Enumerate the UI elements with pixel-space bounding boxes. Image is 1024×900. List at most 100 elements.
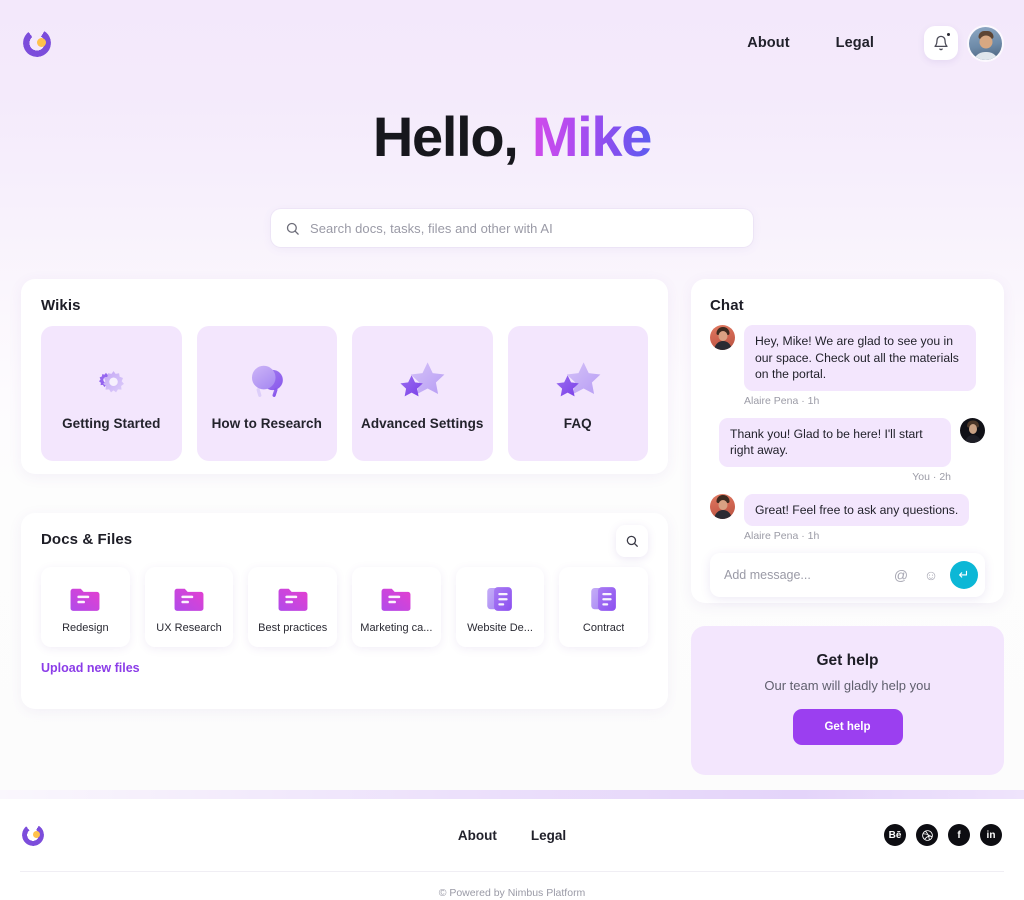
- chat-title: Chat: [710, 297, 744, 314]
- search-placeholder: Search docs, tasks, files and other with…: [310, 220, 553, 236]
- doc-label: Website De...: [467, 622, 533, 634]
- doc-item-best-practices[interactable]: Best practices: [248, 567, 338, 647]
- message-meta: Alaire Pena · 1h: [744, 394, 820, 407]
- document-icon: [587, 577, 621, 621]
- get-help-title: Get help: [816, 652, 879, 669]
- doc-item-ux-research[interactable]: UX Research: [144, 567, 234, 647]
- avatar-body: [972, 51, 999, 60]
- search-icon: [285, 221, 300, 236]
- wiki-label: FAQ: [563, 416, 592, 431]
- linkedin-icon[interactable]: in: [980, 824, 1002, 846]
- wikis-title: Wikis: [41, 297, 81, 314]
- chat-card: Chat Hey, Mike! We are glad to see you i…: [691, 279, 1004, 603]
- gears-icon: [85, 348, 137, 412]
- nav-link-about[interactable]: About: [747, 35, 789, 51]
- footer-link-legal[interactable]: Legal: [531, 828, 566, 843]
- app-page: About Legal Hello, Mike Search docs, tas…: [0, 0, 1024, 900]
- hero: Hello, Mike: [0, 104, 1024, 170]
- logo-dot: [37, 38, 46, 47]
- bell-icon: [934, 35, 948, 51]
- user-name: Mike: [531, 105, 653, 168]
- docs-grid: Redesign UX Research Best practices Mark…: [41, 567, 649, 647]
- docs-search-button[interactable]: [616, 525, 648, 557]
- upload-new-files-link[interactable]: Upload new files: [41, 661, 140, 675]
- doc-item-marketing-campaign[interactable]: Marketing ca...: [352, 567, 441, 647]
- sender-avatar: [710, 325, 735, 350]
- chat-input[interactable]: Add message... @ ☺ ↵: [710, 553, 985, 597]
- stars-icon: [394, 348, 450, 412]
- message-text: Great! Feel free to ask any questions.: [744, 493, 970, 526]
- chat-message-incoming: Great! Feel free to ask any questions. A…: [710, 493, 985, 542]
- folder-icon: [379, 577, 413, 621]
- docs-files-card: Docs & Files Redesign UX Research Best p…: [21, 513, 668, 709]
- message-meta: Alaire Pena · 1h: [744, 530, 820, 542]
- send-button[interactable]: ↵: [950, 561, 978, 589]
- logo-dot: [33, 831, 40, 838]
- social-links: Bē f in: [884, 824, 1002, 846]
- doc-item-website-design[interactable]: Website De...: [455, 567, 545, 647]
- get-help-card: Get help Our team will gladly help you G…: [691, 626, 1004, 775]
- doc-label: Contract: [582, 622, 625, 634]
- message-row: Hey, Mike! We are glad to see you in our…: [710, 325, 985, 391]
- folder-icon: [172, 577, 206, 621]
- notifications-button[interactable]: [924, 26, 958, 60]
- nimbus-c-logo-icon[interactable]: [22, 24, 62, 64]
- message-text: Hey, Mike! We are glad to see you in our…: [744, 325, 976, 391]
- folder-icon: [276, 577, 310, 621]
- docs-header: Docs & Files: [41, 525, 648, 557]
- message-text: Thank you! Glad to be here! I'll start r…: [719, 417, 951, 467]
- sender-avatar: [960, 417, 985, 443]
- message-row: Great! Feel free to ask any questions.: [710, 493, 985, 526]
- dribbble-icon[interactable]: [916, 824, 938, 846]
- wiki-item-advanced-settings[interactable]: Advanced Settings: [352, 326, 493, 461]
- message-row: Thank you! Glad to be here! I'll start r…: [710, 417, 985, 467]
- wikis-grid: Getting Started How to Research Advanced…: [41, 326, 648, 461]
- footer: About Legal Bē f in © Powered by Nimbus …: [0, 799, 1024, 900]
- wiki-label: How to Research: [211, 416, 322, 431]
- notification-badge: [946, 33, 950, 37]
- greeting-text: Hello,: [372, 105, 519, 168]
- get-help-subtitle: Our team will gladly help you: [764, 678, 931, 693]
- doc-item-contract[interactable]: Contract: [559, 567, 649, 647]
- magnifiers-icon: [241, 348, 293, 412]
- message-meta: You · 2h: [912, 470, 951, 483]
- page-title: Hello, Mike: [0, 104, 1024, 170]
- sender-avatar: [710, 493, 735, 519]
- search-icon: [626, 535, 638, 547]
- doc-label: UX Research: [156, 622, 222, 634]
- stars-icon: [550, 348, 606, 412]
- docs-title: Docs & Files: [41, 531, 133, 548]
- footer-copyright: © Powered by Nimbus Platform: [438, 887, 586, 899]
- emoji-icon[interactable]: ☺: [920, 564, 942, 586]
- doc-label: Redesign: [62, 622, 109, 634]
- chat-input-placeholder: Add message...: [724, 568, 811, 582]
- doc-item-redesign[interactable]: Redesign: [41, 567, 130, 647]
- footer-link-about[interactable]: About: [458, 828, 497, 843]
- avatar[interactable]: [969, 26, 1002, 60]
- nav-link-legal[interactable]: Legal: [836, 35, 874, 51]
- wiki-label: Getting Started: [62, 416, 161, 431]
- header: About Legal: [0, 0, 1024, 86]
- behance-icon[interactable]: Bē: [884, 824, 906, 846]
- footer-logo-icon[interactable]: [21, 822, 48, 848]
- search-input[interactable]: Search docs, tasks, files and other with…: [271, 209, 753, 247]
- at-icon[interactable]: @: [890, 564, 912, 586]
- wiki-item-getting-started[interactable]: Getting Started: [41, 326, 182, 461]
- chat-message-incoming: Hey, Mike! We are glad to see you in our…: [710, 325, 985, 407]
- document-icon: [483, 577, 517, 621]
- footer-divider-strip: [0, 790, 1024, 799]
- wiki-item-how-to-research[interactable]: How to Research: [196, 326, 337, 461]
- avatar-face: [979, 35, 992, 49]
- doc-label: Marketing ca...: [360, 622, 433, 634]
- doc-label: Best practices: [258, 622, 328, 634]
- get-help-button[interactable]: Get help: [792, 709, 903, 745]
- wiki-item-faq[interactable]: FAQ: [507, 326, 648, 461]
- folder-icon: [68, 577, 102, 621]
- footer-nav: About Legal: [458, 828, 566, 843]
- facebook-icon[interactable]: f: [948, 824, 970, 846]
- wikis-card: Wikis Getting Started How to Research Ad…: [21, 279, 668, 474]
- wiki-label: Advanced Settings: [361, 416, 484, 431]
- chat-message-outgoing: Thank you! Glad to be here! I'll start r…: [710, 417, 985, 483]
- footer-main: About Legal Bē f in: [0, 799, 1024, 871]
- chat-messages: Hey, Mike! We are glad to see you in our…: [710, 325, 985, 597]
